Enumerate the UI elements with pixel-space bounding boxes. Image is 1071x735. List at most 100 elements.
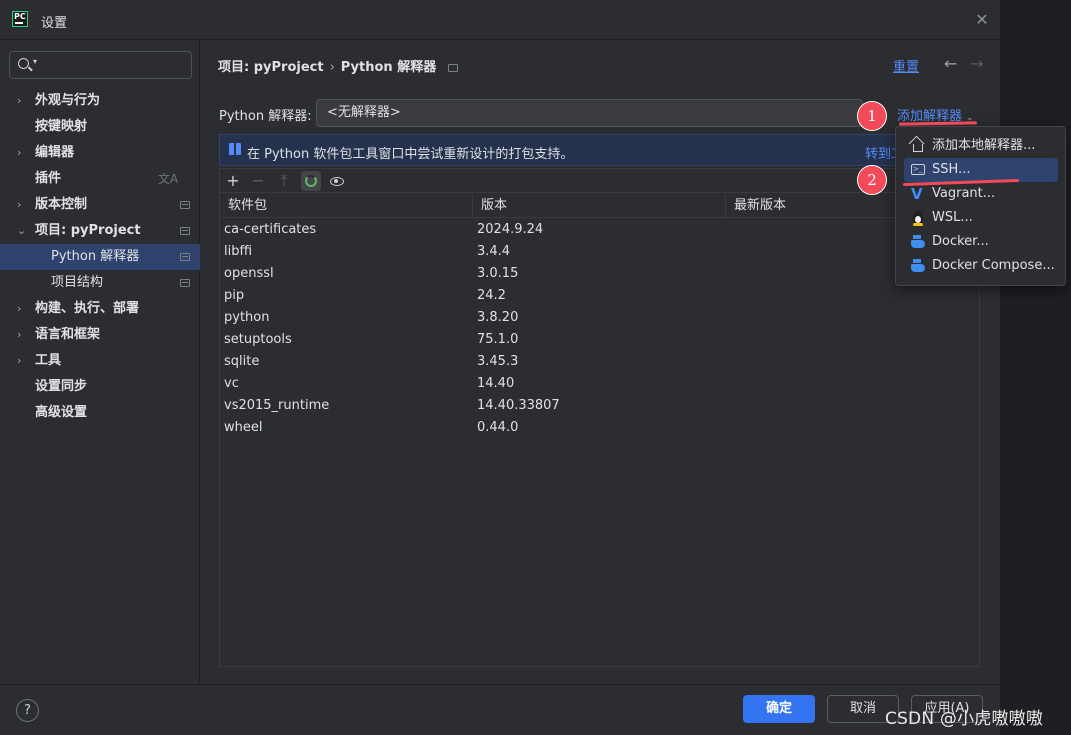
package-name: sqlite: [224, 354, 260, 369]
menu-item-wsl[interactable]: WSL...: [904, 206, 1058, 230]
chevron-right-icon: ›: [17, 302, 22, 315]
package-version: 75.1.0: [477, 332, 519, 347]
breadcrumb-current: Python 解释器: [340, 60, 437, 75]
table-row[interactable]: python 3.8.20: [220, 307, 979, 329]
menu-item-docker-compose[interactable]: Docker Compose...: [904, 254, 1058, 278]
reset-link[interactable]: 重置: [893, 56, 919, 75]
breadcrumb: 项目: pyProject › Python 解释器: [218, 56, 459, 75]
sidebar-item-appearance[interactable]: › 外观与行为: [0, 88, 200, 114]
package-name: python: [224, 310, 270, 325]
background-area: [1000, 0, 1071, 735]
table-row[interactable]: vs2015_runtime 14.40.33807: [220, 395, 979, 417]
menu-item-docker[interactable]: Docker...: [904, 230, 1058, 254]
chevron-right-icon: ›: [17, 354, 22, 367]
settings-content: 项目: pyProject › Python 解释器 重置 ← → Python 解…: [201, 40, 1000, 684]
sidebar-item-label: 构建、执行、部署: [35, 301, 140, 316]
docker-icon: [911, 259, 925, 272]
sidebar-item-label: 按键映射: [35, 119, 88, 134]
arrow-right-icon[interactable]: →: [970, 54, 983, 73]
watermark: CSDN @小虎嗷嗷嗷: [885, 709, 1044, 729]
chevron-down-icon: ⌄: [17, 224, 27, 237]
help-icon[interactable]: ?: [16, 699, 39, 722]
gift-icon: [229, 143, 241, 155]
table-row[interactable]: vc 14.40: [220, 373, 979, 395]
add-interpreter-menu: 添加本地解释器... >_ SSH... V Vagrant... WSL...…: [895, 126, 1066, 286]
sidebar-item-editor[interactable]: › 编辑器: [0, 140, 200, 166]
column-header-version[interactable]: 版本: [473, 194, 726, 218]
loading-icon[interactable]: [301, 171, 321, 191]
terminal-icon: >_: [911, 164, 925, 175]
add-icon[interactable]: +: [223, 171, 243, 191]
project-scope-icon: [180, 279, 190, 287]
sidebar-item-project[interactable]: ⌄ 项目: pyProject: [0, 218, 200, 244]
package-version: 2024.9.24: [477, 222, 544, 237]
sidebar-item-tools[interactable]: › 工具: [0, 348, 200, 374]
package-version: 24.2: [477, 288, 506, 303]
menu-item-vagrant[interactable]: V Vagrant...: [904, 182, 1058, 206]
close-icon[interactable]: ✕: [974, 12, 990, 28]
dialog-footer: ? 确定 取消 应用(A): [0, 684, 1000, 735]
menu-item-add-local[interactable]: 添加本地解释器...: [904, 134, 1058, 158]
remove-icon[interactable]: −: [248, 171, 268, 191]
docker-icon: [911, 235, 925, 248]
upgrade-icon[interactable]: ⤒: [274, 171, 294, 191]
menu-item-label: SSH...: [932, 162, 971, 177]
sidebar-item-plugins[interactable]: 插件 文A: [0, 166, 200, 192]
sidebar-item-project-structure[interactable]: 项目结构: [0, 270, 200, 296]
package-version: 14.40: [477, 376, 515, 391]
project-scope-icon: [448, 63, 459, 72]
menu-item-label: 添加本地解释器...: [932, 138, 1036, 153]
sidebar-item-label: 外观与行为: [35, 93, 101, 108]
table-row[interactable]: sqlite 3.45.3: [220, 351, 979, 373]
interpreter-select[interactable]: <无解释器>: [316, 99, 863, 127]
sidebar-item-languages[interactable]: › 语言和框架: [0, 322, 200, 348]
sidebar-item-label: 版本控制: [35, 197, 88, 212]
chevron-right-icon: ›: [17, 328, 22, 341]
package-name: pip: [224, 288, 245, 303]
table-row[interactable]: pip 24.2: [220, 285, 979, 307]
sidebar-item-label: Python 解释器: [51, 249, 140, 264]
banner-text: 在 Python 软件包工具窗口中尝试重新设计的打包支持。: [247, 147, 574, 162]
sidebar-item-advanced[interactable]: 高级设置: [0, 400, 200, 426]
project-scope-icon: [180, 253, 190, 261]
menu-item-ssh[interactable]: >_ SSH...: [904, 158, 1058, 182]
interpreter-label: Python 解释器:: [219, 109, 312, 124]
sidebar-item-label: 工具: [35, 353, 62, 368]
table-row[interactable]: setuptools 75.1.0: [220, 329, 979, 351]
table-row[interactable]: wheel 0.44.0: [220, 417, 979, 439]
arrow-left-icon[interactable]: ←: [944, 54, 957, 73]
package-version: 0.44.0: [477, 420, 519, 435]
chevron-down-icon: ▾: [33, 57, 38, 66]
eye-icon[interactable]: [327, 171, 347, 191]
breadcrumb-parent[interactable]: 项目: pyProject: [218, 60, 324, 75]
package-version: 3.0.15: [477, 266, 519, 281]
package-name: setuptools: [224, 332, 292, 347]
chevron-right-icon: ›: [17, 198, 22, 211]
table-row[interactable]: openssl 3.0.15: [220, 263, 979, 285]
table-header: 软件包 版本 最新版本: [220, 194, 979, 218]
package-name: wheel: [224, 420, 263, 435]
chevron-right-icon: ›: [17, 94, 22, 107]
sidebar-item-keymap[interactable]: 按键映射: [0, 114, 200, 140]
package-version: 3.45.3: [477, 354, 519, 369]
sidebar-item-build[interactable]: › 构建、执行、部署: [0, 296, 200, 322]
window-title: 设置: [41, 16, 68, 31]
menu-item-label: Docker Compose...: [932, 258, 1055, 273]
vagrant-icon: V: [911, 185, 923, 203]
search-input[interactable]: ▾: [9, 51, 192, 79]
sidebar-item-settings-sync[interactable]: 设置同步: [0, 374, 200, 400]
package-name: openssl: [224, 266, 274, 281]
package-name: libffi: [224, 244, 253, 259]
settings-sidebar: ▾ › 外观与行为 按键映射 › 编辑器 插件 文A › 版本控制 ⌄ 项目: …: [0, 40, 200, 684]
ok-button[interactable]: 确定: [743, 695, 815, 723]
search-icon: [18, 58, 29, 69]
table-row[interactable]: libffi 3.4.4: [220, 241, 979, 263]
table-row[interactable]: ca-certificates 2024.9.24: [220, 219, 979, 241]
package-name: vc: [224, 376, 239, 391]
menu-item-label: Docker...: [932, 234, 989, 249]
step-1-marker: 1: [857, 101, 887, 131]
column-header-package[interactable]: 软件包: [220, 194, 473, 218]
sidebar-item-python-interpreter[interactable]: Python 解释器: [0, 244, 200, 270]
packages-table: + − ⤒ 软件包 版本 最新版本 ca-certificates 2024.9…: [219, 168, 980, 667]
sidebar-item-version-control[interactable]: › 版本控制: [0, 192, 200, 218]
